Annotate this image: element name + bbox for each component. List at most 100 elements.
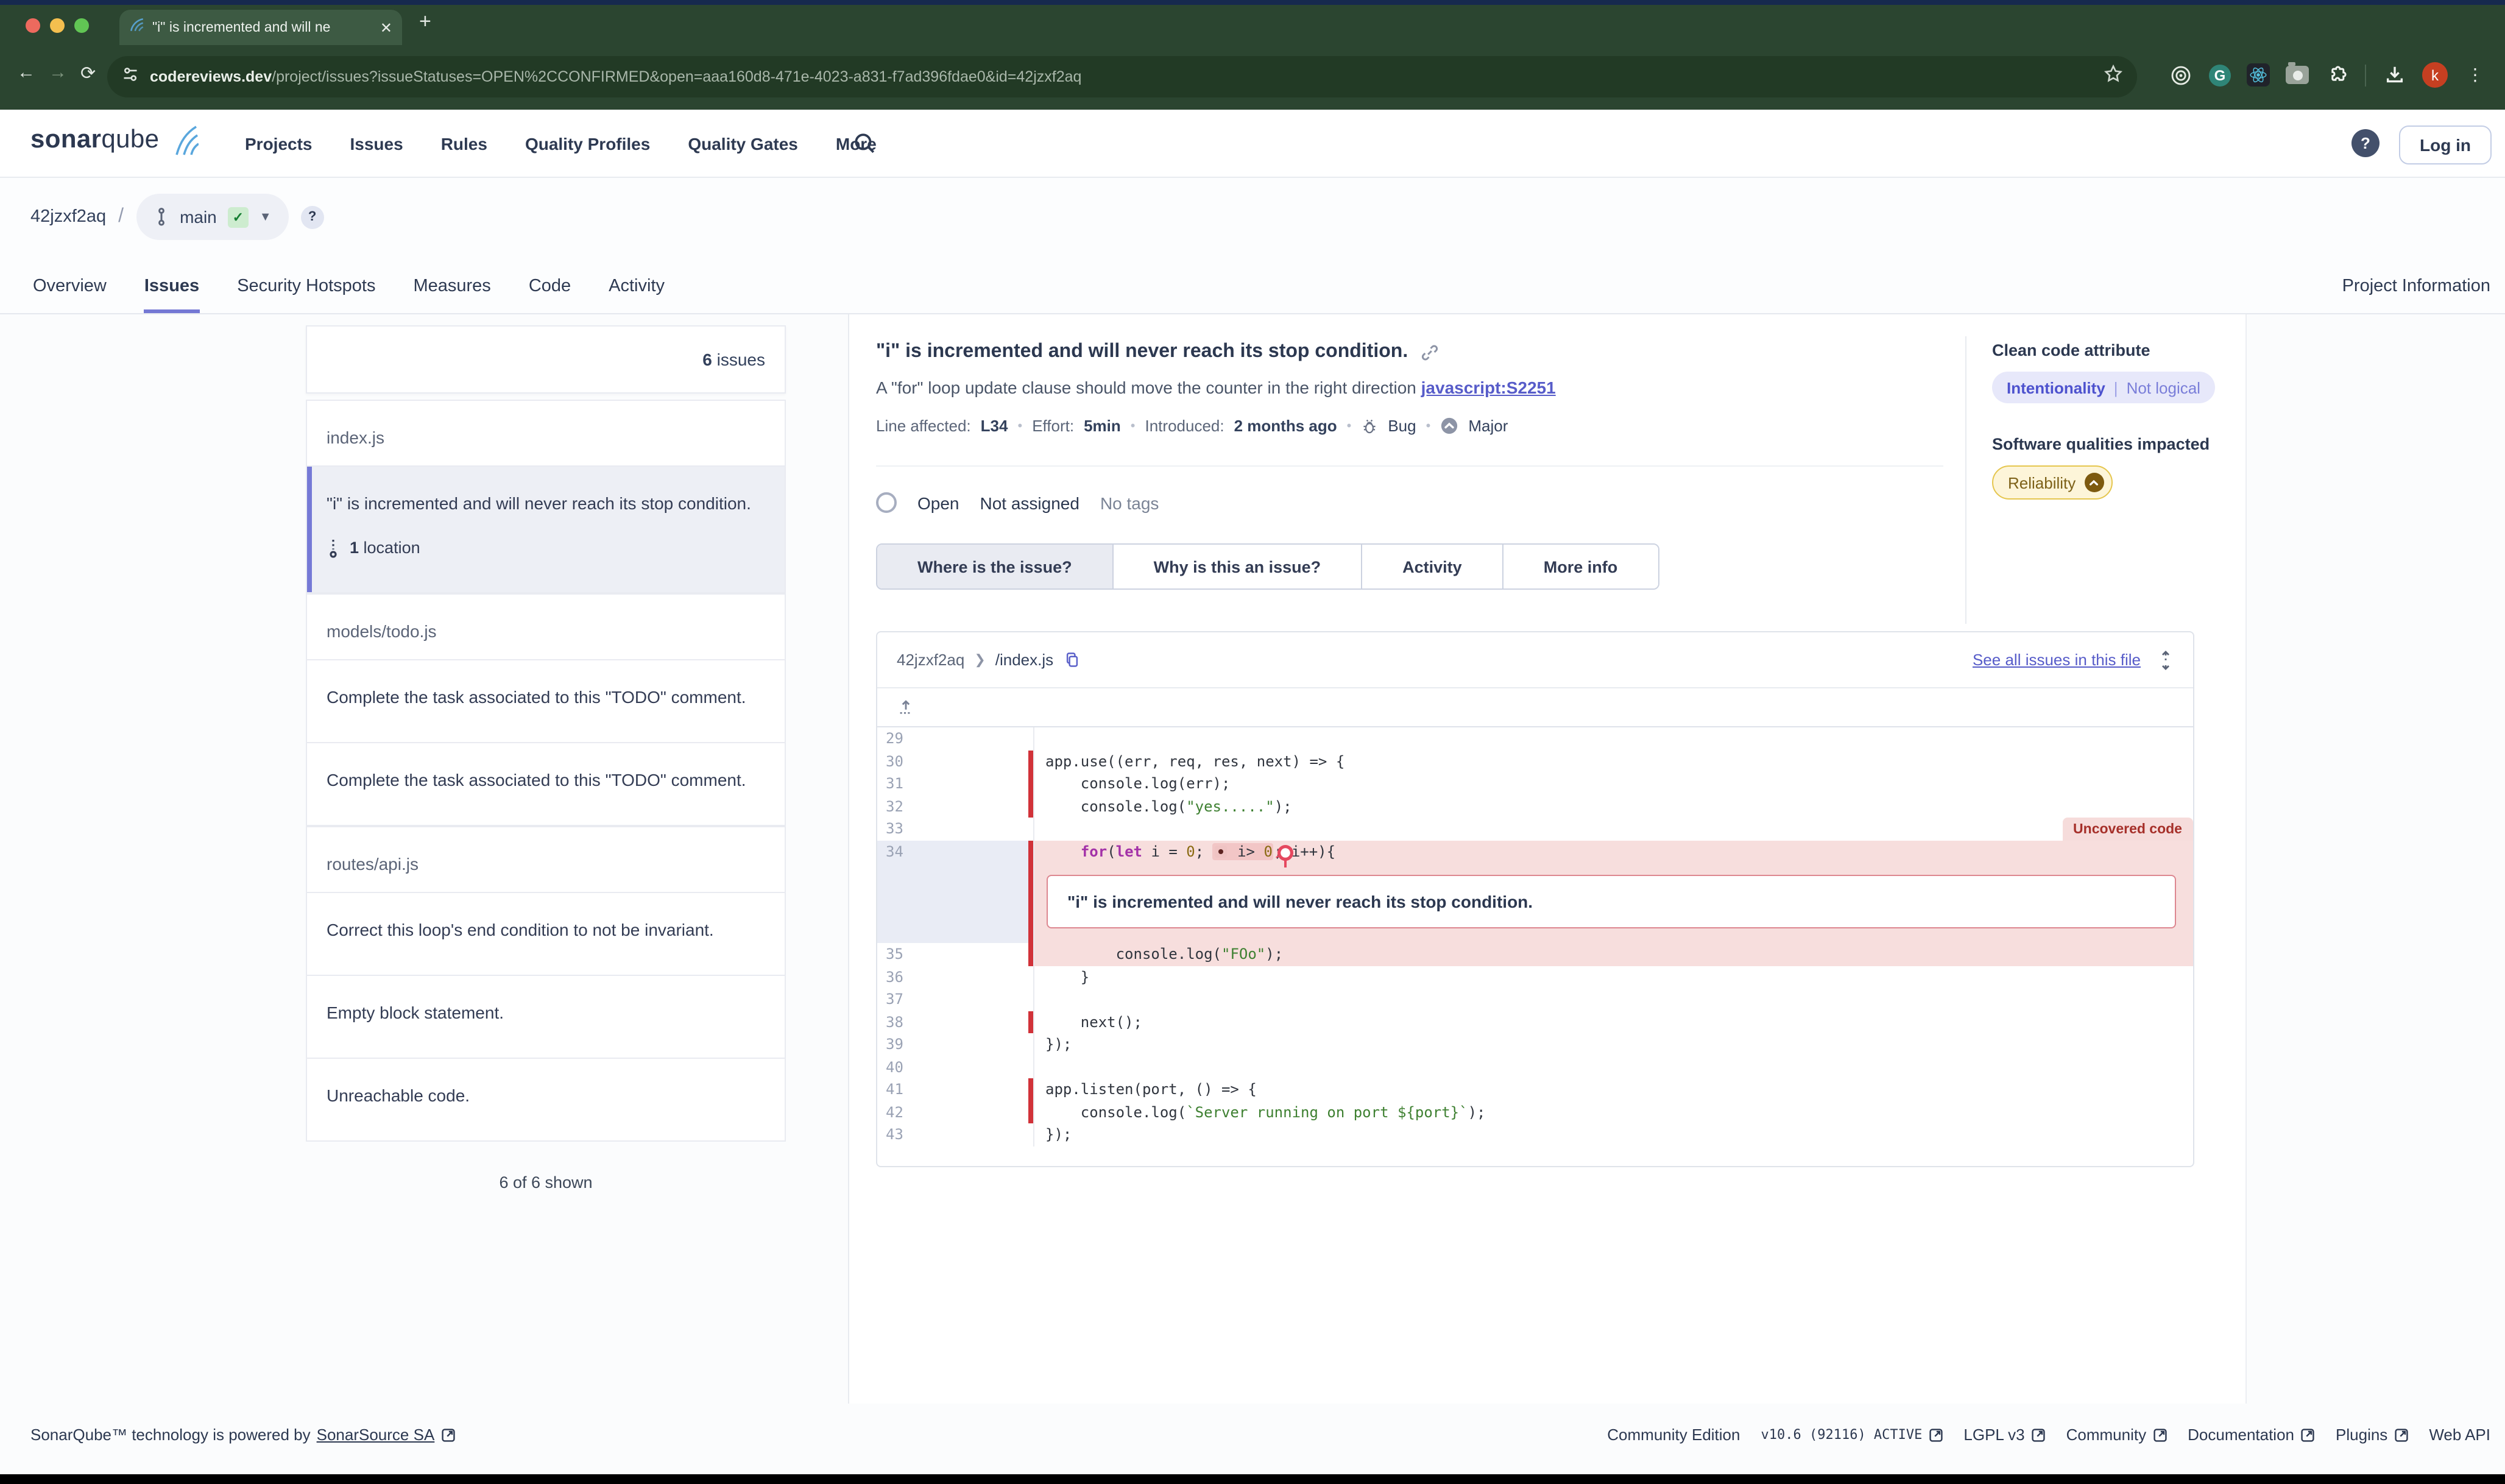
project-key[interactable]: 42jzxf2aq [30,207,106,227]
nav-item-quality-gates[interactable]: Quality Gates [688,134,798,154]
sidebar-issue-item[interactable]: "i" is incremented and will never reach … [306,465,786,594]
sonarqube-logo[interactable]: sonarqube [30,125,198,157]
downloads-icon[interactable] [2382,63,2406,87]
tab-overview[interactable]: Overview [33,277,107,313]
issue-type: Bug [1388,417,1416,435]
line-number[interactable]: 30 [877,750,1028,772]
screenshot-extension-icon[interactable] [2286,66,2309,84]
line-number[interactable]: 39 [877,1033,1028,1056]
code-line: 33 [877,818,2193,840]
line-number[interactable]: 42 [877,1101,1028,1123]
inline-issue-band: "i" is incremented and will never reach … [877,863,2193,943]
tab-security-hotspots[interactable]: Security Hotspots [237,277,375,313]
issue-assignee[interactable]: Not assigned [980,493,1079,512]
sidebar-issue-item[interactable]: Correct this loop's end condition to not… [306,892,786,977]
rule-link[interactable]: javascript:S2251 [1421,378,1556,397]
login-button[interactable]: Log in [2399,125,2492,164]
profile-avatar[interactable]: k [2422,62,2448,88]
footer-link-documentation[interactable]: Documentation [2188,1426,2315,1444]
issue-tags[interactable]: No tags [1100,493,1159,512]
line-number[interactable]: 31 [877,772,1028,795]
sonarsource-link[interactable]: SonarSource SA [317,1426,435,1444]
tab-issues[interactable]: Issues [144,277,199,313]
footer-link-community[interactable]: Community [2066,1426,2168,1444]
branch-help-icon[interactable]: ? [301,205,324,228]
footer-link-lgpl-v3[interactable]: LGPL v3 [1963,1426,2045,1444]
line-number[interactable]: 43 [877,1123,1028,1146]
tab-code[interactable]: Code [529,277,571,313]
back-icon[interactable]: ← [17,62,35,83]
code-line: 34 for(let i = 0; i> 0; i++){ [877,840,2193,863]
forward-icon[interactable]: → [49,62,67,83]
line-number[interactable]: 35 [877,943,1028,966]
browser-tab[interactable]: "i" is incremented and will ne ✕ [119,10,402,45]
reload-icon[interactable]: ⟳ [80,62,96,84]
bookmark-star-icon[interactable] [2104,65,2122,89]
line-number[interactable]: 32 [877,795,1028,818]
extensions-puzzle-icon[interactable] [2325,63,2349,87]
grammarly-extension-icon[interactable]: G [2209,64,2231,86]
issue-status[interactable]: Open [917,493,959,512]
line-number[interactable]: 41 [877,1078,1028,1101]
line-number[interactable]: 33 [877,818,1028,840]
project-information-link[interactable]: Project Information [2342,277,2490,296]
line-number[interactable]: 40 [877,1056,1028,1078]
detail-tab-activity[interactable]: Activity [1361,545,1502,588]
window-top-strip [0,0,2505,5]
code-breadcrumb-project[interactable]: 42jzxf2aq [897,651,964,669]
sidebar-file-name[interactable]: models/todo.js [306,594,786,660]
line-number[interactable]: 34 [877,840,1028,863]
minimize-window-button[interactable] [50,18,65,33]
footer-link-web-api[interactable]: Web API [2429,1426,2490,1444]
code-text: console.log(`Server running on port ${po… [1033,1101,2193,1123]
footer-link-community-edition[interactable]: Community Edition [1607,1426,1740,1444]
orbit-extension-icon[interactable] [2169,63,2193,87]
expand-vertical-icon[interactable] [2158,650,2174,670]
line-number[interactable]: 37 [877,988,1028,1011]
issue-locations[interactable]: 1 location [327,536,765,561]
detail-tab-more-info[interactable]: More info [1502,545,1658,588]
issues-shown-count: 6 of 6 shown [306,1174,786,1192]
search-icon[interactable] [853,132,876,161]
sidebar-issue-item[interactable]: Empty block statement. [306,977,786,1059]
code-text [1033,1056,2193,1078]
tab-close-icon[interactable]: ✕ [380,20,392,35]
sidebar-issue-item[interactable]: Complete the task associated to this "TO… [306,660,786,744]
nav-item-quality-profiles[interactable]: Quality Profiles [525,134,650,154]
issue-location-marker[interactable] [1215,845,1228,857]
browser-menu-icon[interactable]: ⋮ [2464,63,2488,87]
expand-code-up-icon[interactable] [897,698,915,716]
url-text[interactable]: codereviews.dev/project/issues?issueStat… [150,68,2093,85]
branch-selector[interactable]: main ✓ ▼ [136,194,289,240]
clean-code-attribute-pill[interactable]: Intentionality|Not logical [1992,372,2215,403]
permalink-icon[interactable] [1420,343,1438,361]
line-number[interactable]: 38 [877,1011,1028,1033]
see-all-issues-link[interactable]: See all issues in this file [1973,651,2141,669]
help-icon[interactable]: ? [2351,129,2380,157]
site-settings-icon[interactable] [122,65,139,88]
line-number[interactable]: 36 [877,966,1028,988]
sidebar-file-name[interactable]: routes/api.js [306,827,786,892]
detail-tab-why-is-this-an-issue-[interactable]: Why is this an issue? [1112,545,1362,588]
tab-activity[interactable]: Activity [609,277,665,313]
nav-item-rules[interactable]: Rules [441,134,487,154]
sidebar-file-group: models/todo.jsComplete the task associat… [306,594,786,827]
copy-icon[interactable] [1063,651,1080,669]
line-number[interactable]: 29 [877,727,1028,750]
inline-issue-message[interactable]: "i" is incremented and will never reach … [1047,875,2176,928]
nav-item-projects[interactable]: Projects [245,134,313,154]
reliability-pill[interactable]: Reliability [1992,465,2112,500]
sidebar-issue-item[interactable]: Complete the task associated to this "TO… [306,744,786,827]
close-window-button[interactable] [26,18,40,33]
new-tab-button[interactable]: + [419,10,431,34]
nav-item-issues[interactable]: Issues [350,134,403,154]
footer-link-v10-6-92116-active[interactable]: v10.6 (92116) ACTIVE [1761,1427,1943,1443]
react-devtools-extension-icon[interactable] [2247,63,2270,87]
sidebar-issue-item[interactable]: Unreachable code. [306,1059,786,1142]
sidebar-file-name[interactable]: index.js [306,400,786,465]
footer-link-plugins[interactable]: Plugins [2336,1426,2408,1444]
maximize-window-button[interactable] [74,18,89,33]
address-bar[interactable]: codereviews.dev/project/issues?issueStat… [107,56,2137,97]
tab-measures[interactable]: Measures [413,277,490,313]
detail-tab-where-is-the-issue-[interactable]: Where is the issue? [877,545,1112,588]
